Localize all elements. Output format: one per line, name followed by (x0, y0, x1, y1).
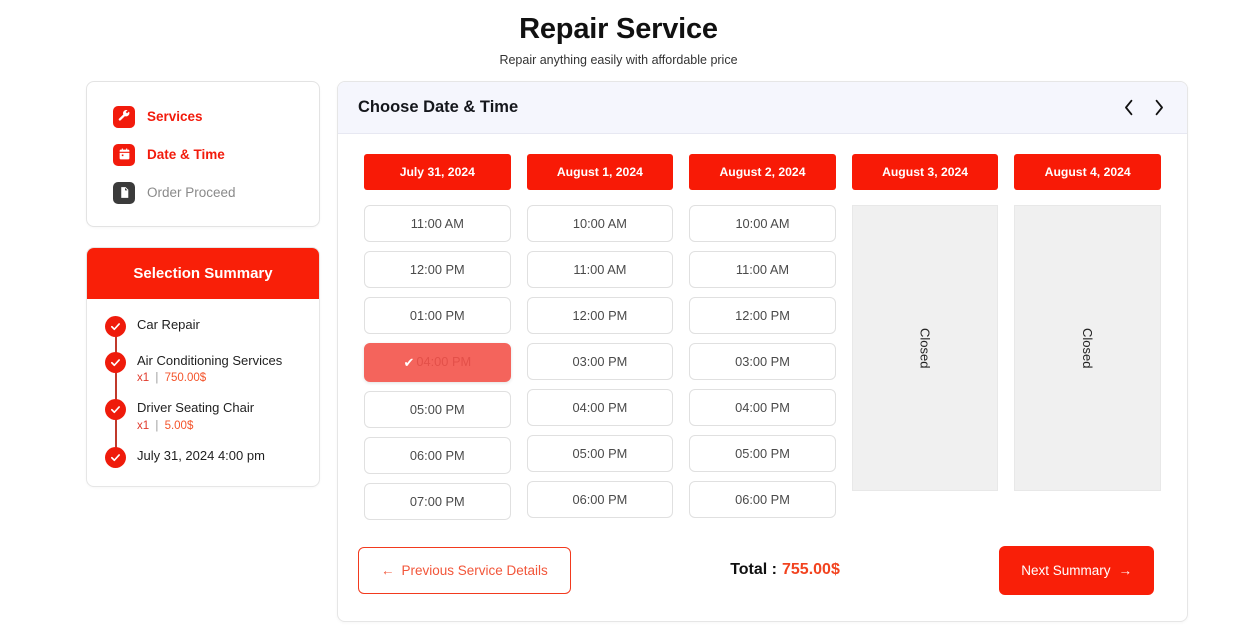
date-header[interactable]: August 2, 2024 (689, 153, 836, 190)
date-header[interactable]: July 31, 2024 (364, 153, 511, 190)
panel-header: Choose Date & Time (338, 81, 1187, 134)
time-slot[interactable]: 12:00 PM (526, 296, 674, 334)
time-slot[interactable]: 04:00 PM (689, 388, 836, 426)
check-icon (105, 351, 126, 373)
summary-item: Car Repair (87, 315, 319, 337)
selection-summary-title: Selection Summary (87, 247, 319, 299)
time-slot-label: 04:00 PM (416, 353, 472, 369)
date-header[interactable]: August 1, 2024 (526, 153, 674, 190)
left-column: Services Date & Time Order Proceed Selec… (86, 80, 320, 487)
time-slot[interactable]: 06:00 PM (364, 436, 511, 474)
total-amount: 755.00$ (782, 561, 840, 579)
previous-step-label: Previous Service Details (401, 562, 548, 578)
time-slot[interactable]: 11:00 AM (364, 204, 511, 242)
panel-title: Choose Date & Time (358, 97, 519, 116)
summary-item-separator: | (155, 372, 159, 385)
time-slot[interactable]: 11:00 AM (689, 250, 836, 288)
chevron-left-icon[interactable] (1123, 99, 1134, 116)
wrench-icon (113, 105, 135, 128)
check-icon: ✔ (403, 354, 415, 370)
summary-item-name: July 31, 2024 4:00 pm (137, 447, 265, 463)
calendar-column: August 1, 2024 10:00 AM 11:00 AM 12:00 P… (526, 153, 674, 520)
summary-item-name: Driver Seating Chair (137, 400, 255, 416)
summary-item: Driver Seating Chair x1 | 5.00$ (87, 398, 319, 432)
previous-step-button[interactable]: ← Previous Service Details (358, 546, 571, 594)
time-slot[interactable]: 11:00 AM (526, 250, 674, 288)
time-slot-list: 10:00 AM 11:00 AM 12:00 PM 03:00 PM 04:0… (689, 204, 836, 518)
summary-item-qty: x1 (137, 372, 150, 385)
sidebar-item-label: Services (147, 109, 203, 125)
next-step-button[interactable]: Next Summary → (999, 545, 1154, 595)
check-icon (105, 399, 126, 421)
time-slot[interactable]: 12:00 PM (689, 296, 836, 334)
sidebar-item-label: Order Proceed (147, 185, 236, 201)
closed-panel: Closed (851, 204, 999, 491)
time-slot[interactable]: 05:00 PM (689, 434, 836, 472)
content-wrapper: Services Date & Time Order Proceed Selec… (0, 67, 1237, 622)
summary-item-separator: | (155, 419, 159, 432)
summary-item: July 31, 2024 4:00 pm (87, 446, 319, 468)
sidebar-item-date-time[interactable]: Date & Time (87, 136, 319, 174)
time-slot[interactable]: 07:00 PM (364, 482, 511, 520)
time-slot[interactable]: 04:00 PM (526, 388, 674, 426)
check-icon (105, 446, 126, 468)
chevron-right-icon[interactable] (1154, 99, 1165, 116)
summary-item-name: Air Conditioning Services (137, 352, 283, 368)
page-title: Repair Service (519, 13, 718, 45)
time-slot[interactable]: 03:00 PM (689, 342, 836, 380)
closed-panel: Closed (1014, 204, 1161, 491)
arrow-left-icon: ← (381, 562, 395, 578)
next-step-label: Next Summary (1021, 562, 1111, 578)
summary-item-meta: x1 | 5.00$ (137, 420, 254, 432)
date-time-panel: Choose Date & Time July 31, 2024 11:00 A… (337, 80, 1188, 622)
sidebar-nav: Services Date & Time Order Proceed (86, 80, 320, 227)
summary-item-qty: x1 (137, 419, 150, 432)
calendar-icon (113, 143, 135, 166)
time-slot[interactable]: 12:00 PM (364, 250, 511, 288)
time-slot-selected[interactable]: ✔ 04:00 PM (364, 342, 511, 382)
selection-summary-card: Selection Summary Car Repair Air Conditi… (86, 246, 320, 487)
calendar-column: August 3, 2024 Closed (851, 153, 999, 520)
arrow-right-icon: → (1118, 562, 1133, 578)
time-slot[interactable]: 05:00 PM (526, 434, 674, 472)
total-label: Total : (730, 561, 777, 579)
document-icon (113, 181, 135, 204)
calendar-column: July 31, 2024 11:00 AM 12:00 PM 01:00 PM… (364, 153, 511, 520)
date-header[interactable]: August 3, 2024 (851, 153, 999, 190)
calendar-column: August 2, 2024 10:00 AM 11:00 AM 12:00 P… (689, 153, 836, 520)
summary-item-price: 750.00$ (164, 372, 207, 385)
sidebar-item-order-proceed[interactable]: Order Proceed (87, 174, 319, 212)
summary-item-meta: x1 | 750.00$ (137, 372, 282, 384)
time-slot[interactable]: 06:00 PM (689, 480, 836, 518)
summary-item-name: Car Repair (137, 316, 200, 332)
total-display: Total : 755.00$ (730, 561, 840, 579)
time-slot[interactable]: 05:00 PM (364, 390, 511, 428)
page-subtitle: Repair anything easily with affordable p… (499, 52, 738, 67)
time-slot[interactable]: 10:00 AM (689, 204, 836, 242)
closed-label: Closed (1080, 327, 1096, 369)
time-slot-list: 11:00 AM 12:00 PM 01:00 PM ✔ 04:00 PM 05:… (364, 204, 511, 520)
panel-nav-controls (1123, 99, 1165, 116)
check-icon (105, 315, 126, 337)
time-slot[interactable]: 10:00 AM (526, 204, 674, 242)
summary-item: Air Conditioning Services x1 | 750.00$ (87, 351, 319, 384)
page-header: Repair Service Repair anything easily wi… (0, 0, 1237, 67)
time-slot[interactable]: 01:00 PM (364, 296, 511, 334)
date-header[interactable]: August 4, 2024 (1014, 153, 1161, 190)
selection-summary-body: Car Repair Air Conditioning Services x1 … (87, 299, 319, 486)
panel-footer: ← Previous Service Details Total : 755.00$… (338, 520, 1187, 621)
time-slot-list: 10:00 AM 11:00 AM 12:00 PM 03:00 PM 04:0… (526, 204, 674, 518)
time-slot[interactable]: 06:00 PM (526, 480, 674, 518)
calendar-column: August 4, 2024 Closed (1014, 153, 1161, 520)
time-slot[interactable]: 03:00 PM (526, 342, 674, 380)
sidebar-item-label: Date & Time (147, 147, 225, 163)
closed-label: Closed (917, 327, 933, 369)
summary-item-price: 5.00$ (164, 419, 194, 432)
calendar-grid: July 31, 2024 11:00 AM 12:00 PM 01:00 PM… (338, 134, 1187, 520)
sidebar-item-services[interactable]: Services (87, 98, 319, 136)
